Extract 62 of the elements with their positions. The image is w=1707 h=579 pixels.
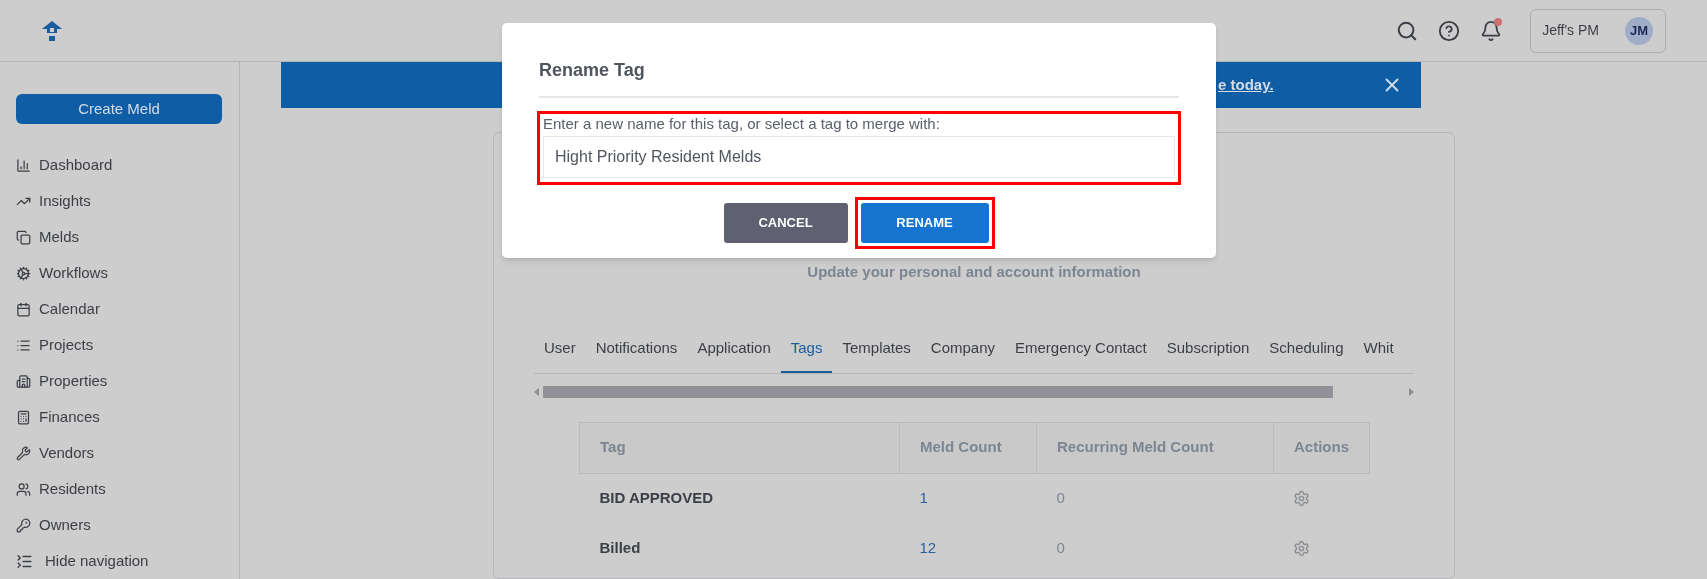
nav-item[interactable]: Insights [16,183,222,219]
meld-count-link[interactable]: 12 [919,538,937,556]
column-header: Tag [579,422,900,474]
meld-count-link[interactable]: 1 [919,489,928,507]
collapse-icon [16,552,33,570]
search-icon[interactable] [1396,19,1419,42]
nav-item[interactable]: Residents [16,471,222,507]
settings-tab[interactable]: Whit [1353,325,1404,373]
column-header: Recurring Meld Count [1036,422,1274,474]
nav-item[interactable]: Melds [16,219,222,255]
tag-cell-text: Billed [598,537,642,558]
list-icon [16,337,31,353]
account-button[interactable]: Jeff's PM JM [1530,8,1666,53]
settings-tab[interactable]: Company [920,325,1006,373]
nav-item[interactable]: Vendors [16,435,222,471]
bell-icon[interactable] [1480,19,1503,42]
settings-tab[interactable]: Emergency Contact [1005,325,1157,373]
nav-item[interactable]: Projects [16,327,222,363]
nav-item[interactable]: Calendar [16,291,222,327]
wrench-icon [16,445,31,461]
key-icon [16,517,31,533]
horizontal-scrollbar[interactable] [543,385,1333,398]
tag-name-input[interactable]: Hight Priority Resident Melds [543,136,1175,178]
settings-tab[interactable]: Templates [832,325,921,373]
settings-tab[interactable]: Notifications [585,325,688,373]
scroll-left-icon[interactable] [534,387,539,396]
column-header: Meld Count [899,422,1037,474]
settings-icon[interactable] [1293,539,1311,557]
column-header: Actions [1273,422,1370,474]
recurring-count-cell: 0 [1036,473,1274,524]
recurring-count-cell-text: 0 [1055,537,1066,558]
avatar: JM [1625,16,1653,45]
rename-button[interactable]: RENAME [860,203,989,243]
dialog-title: Rename Tag [539,57,1179,98]
nav-item[interactable]: Owners [16,507,222,543]
nav-item[interactable]: Finances [16,399,222,435]
settings-tab[interactable]: User [534,325,586,373]
hide-navigation-link[interactable]: Hide navigation [16,543,222,579]
calendar-icon [16,301,31,317]
nav-item[interactable]: Properties [16,363,222,399]
building-icon [16,373,31,389]
tag-cell: BID APPROVED [579,473,900,524]
account-name: Jeff's PM [1542,21,1599,40]
settings-tab[interactable]: Scheduling [1259,325,1354,373]
calculator-icon [16,409,31,425]
banner-link[interactable]: e today. [1218,73,1274,97]
copy-icon [16,229,31,245]
settings-tab[interactable]: Tags [780,325,833,373]
nav-item[interactable]: Dashboard [16,147,222,183]
field-label: Enter a new name for this tag, or select a tag to merge with: [543,114,941,133]
scroll-right-icon[interactable] [1409,387,1414,396]
bar-chart-icon [16,157,31,173]
settings-icon[interactable] [1293,489,1311,507]
create-meld-button[interactable]: Create Meld [16,94,222,124]
settings-subtitle: Update your personal and account information [806,262,1142,283]
settings-tab[interactable]: Application [687,325,781,373]
settings-tab[interactable]: Subscription [1156,325,1260,373]
logo-icon [41,19,63,42]
help-icon[interactable] [1438,19,1461,42]
nav-item[interactable]: Workflows [16,255,222,291]
cancel-button[interactable]: CANCEL [723,203,848,243]
people-icon [16,481,31,497]
